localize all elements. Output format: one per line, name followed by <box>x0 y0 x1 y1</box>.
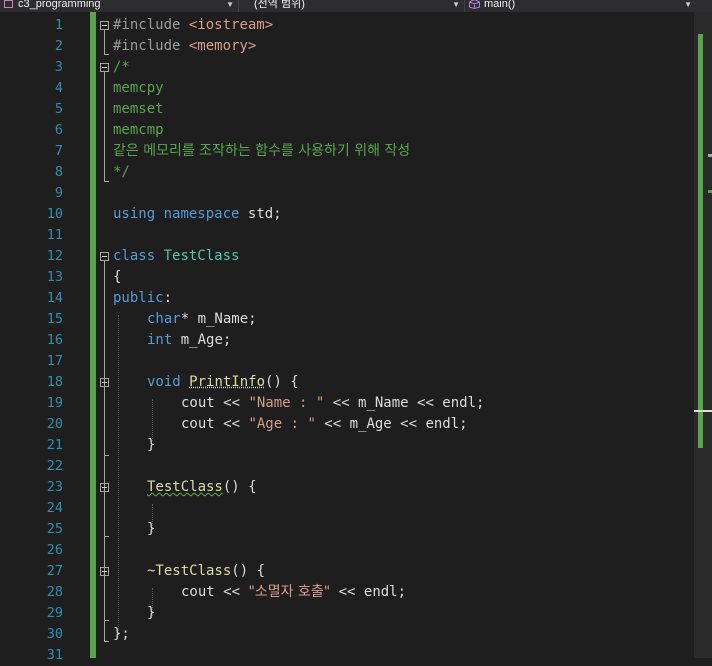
line-number: 2 <box>54 38 63 54</box>
code-line-18: void PrintInfo() { <box>147 374 299 390</box>
project-icon <box>4 0 13 8</box>
line-number: 7 <box>54 143 63 159</box>
code-line-1: #include <iostream> <box>113 17 274 33</box>
line-number: 20 <box>46 416 63 432</box>
collapse-icon[interactable] <box>100 63 109 72</box>
line-number: 12 <box>46 248 63 264</box>
line-number: 16 <box>46 332 63 348</box>
code-line-14: public: <box>113 290 173 306</box>
collapse-icon[interactable] <box>100 483 109 492</box>
project-label: c3_programming <box>18 0 101 10</box>
navigation-bar: c3_programming ▼ (전역 범위) ▼ main() ▼ <box>0 0 712 12</box>
code-line-7: 같은 메모리를 조작하는 함수를 사용하기 위해 작성 <box>113 143 411 159</box>
code-line-10: using namespace std; <box>113 206 282 222</box>
scope-label: (전역 범위) <box>254 0 305 10</box>
code-line-19: cout << "Name : " << m_Name << endl; <box>181 395 485 411</box>
line-number: 11 <box>46 227 63 243</box>
code-line-25: } <box>147 521 156 537</box>
line-number: 21 <box>46 437 63 453</box>
line-number: 10 <box>46 206 63 222</box>
line-number: 23 <box>46 479 63 495</box>
line-number: 4 <box>54 80 63 96</box>
scope-dropdown[interactable]: (전역 범위) ▼ <box>240 0 462 12</box>
line-number: 13 <box>46 269 63 285</box>
code-line-23: TestClass() { <box>147 479 257 495</box>
code-line-29: } <box>147 605 156 621</box>
line-number: 30 <box>46 626 63 642</box>
code-line-15: char* m_Name; <box>147 311 257 327</box>
line-number: 18 <box>46 374 63 390</box>
line-number: 29 <box>46 605 63 621</box>
code-line-20: cout << "Age : " << m_Age << endl; <box>181 416 468 432</box>
line-number: 15 <box>46 311 63 327</box>
code-line-8: */ <box>113 164 130 180</box>
code-line-12: class TestClass <box>113 248 240 264</box>
member-label: main() <box>484 0 516 10</box>
code-line-16: int m_Age; <box>147 332 232 348</box>
code-line-4: memcpy <box>113 80 164 96</box>
chevron-down-icon: ▼ <box>452 0 460 9</box>
line-number: 24 <box>46 500 63 516</box>
code-line-2: #include <memory> <box>113 38 257 54</box>
line-number: 8 <box>54 164 63 180</box>
line-number: 27 <box>46 563 63 579</box>
line-number: 22 <box>46 458 63 474</box>
method-cube-icon <box>469 0 480 9</box>
line-number: 6 <box>54 122 63 138</box>
line-number: 14 <box>46 290 63 306</box>
code-line-28: cout << "소멸자 호출" << endl; <box>181 584 407 600</box>
chevron-down-icon: ▼ <box>226 0 234 9</box>
member-dropdown[interactable]: main() ▼ <box>466 0 694 12</box>
line-number: 3 <box>54 59 63 75</box>
line-number: 25 <box>46 521 63 537</box>
code-line-30: }; <box>113 626 130 642</box>
collapse-icon[interactable] <box>100 21 109 30</box>
glyph-margin[interactable] <box>0 12 20 658</box>
code-editor[interactable]: #include <iostream> #include <memory> /*… <box>96 15 694 658</box>
code-line-13: { <box>113 269 122 285</box>
collapse-icon[interactable] <box>100 567 109 576</box>
collapse-icon[interactable] <box>100 378 109 387</box>
code-line-5: memset <box>113 101 164 117</box>
code-line-21: } <box>147 437 156 453</box>
line-number: 9 <box>54 185 63 201</box>
code-line-6: memcmp <box>113 122 164 138</box>
line-number: 26 <box>46 542 63 558</box>
code-line-3: /* <box>113 59 130 75</box>
line-number: 19 <box>46 395 63 411</box>
vertical-scrollbar[interactable] <box>694 12 712 658</box>
line-number: 31 <box>46 647 63 663</box>
line-number: 5 <box>54 101 63 117</box>
collapse-icon[interactable] <box>100 252 109 261</box>
project-dropdown[interactable]: c3_programming ▼ <box>0 0 236 12</box>
line-number: 1 <box>54 17 63 33</box>
code-line-27: ~TestClass() { <box>147 563 266 579</box>
chevron-down-icon: ▼ <box>684 0 692 9</box>
line-number: 28 <box>46 584 63 600</box>
line-number: 17 <box>46 353 63 369</box>
scrollbar-caret-marker <box>694 410 712 412</box>
